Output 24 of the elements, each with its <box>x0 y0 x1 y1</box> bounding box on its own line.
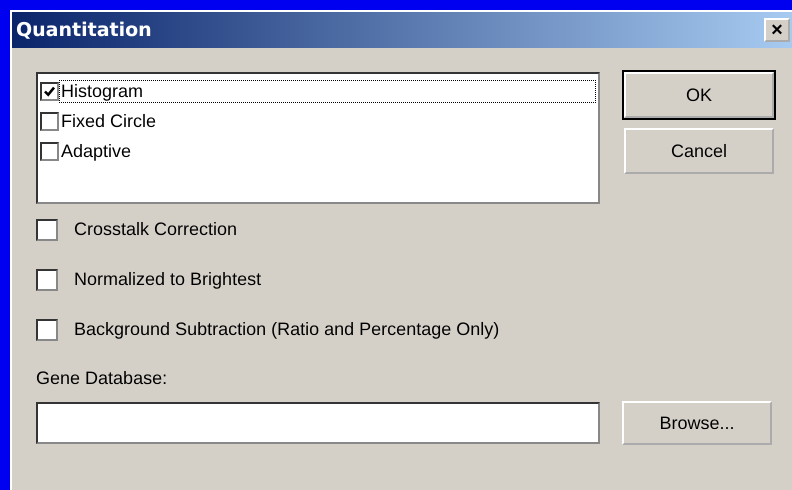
field-label: Gene Database: <box>36 368 168 389</box>
close-button[interactable]: × <box>764 18 790 42</box>
list-item-label: Histogram <box>59 80 596 102</box>
checkbox-label: Background Subtraction (Ratio and Percentage Only) <box>74 319 500 340</box>
list-item-label: Fixed Circle <box>60 110 158 132</box>
window-title: Quantitation <box>16 19 152 41</box>
checkbox-label: Normalized to Brightest <box>74 269 262 290</box>
cancel-button[interactable]: Cancel <box>624 128 774 174</box>
checkbox[interactable] <box>40 112 59 130</box>
checkbox[interactable] <box>40 142 59 160</box>
checkbox[interactable] <box>36 218 58 240</box>
check-icon <box>43 84 56 98</box>
list-item[interactable]: Fixed Circle <box>40 106 596 136</box>
ok-button[interactable]: OK <box>624 72 774 118</box>
browse-button[interactable]: Browse... <box>622 401 772 445</box>
list-item[interactable]: Adaptive <box>40 136 596 166</box>
checkbox[interactable] <box>36 318 58 340</box>
checkbox[interactable] <box>36 268 58 290</box>
list-item-label: Adaptive <box>60 140 132 162</box>
input-field[interactable] <box>36 402 600 444</box>
checkbox[interactable] <box>40 82 59 100</box>
list-item[interactable]: Histogram <box>40 76 596 106</box>
checkbox-label: Crosstalk Correction <box>74 219 238 240</box>
method-list[interactable]: Histogram Fixed Circle Adaptive <box>36 72 600 204</box>
